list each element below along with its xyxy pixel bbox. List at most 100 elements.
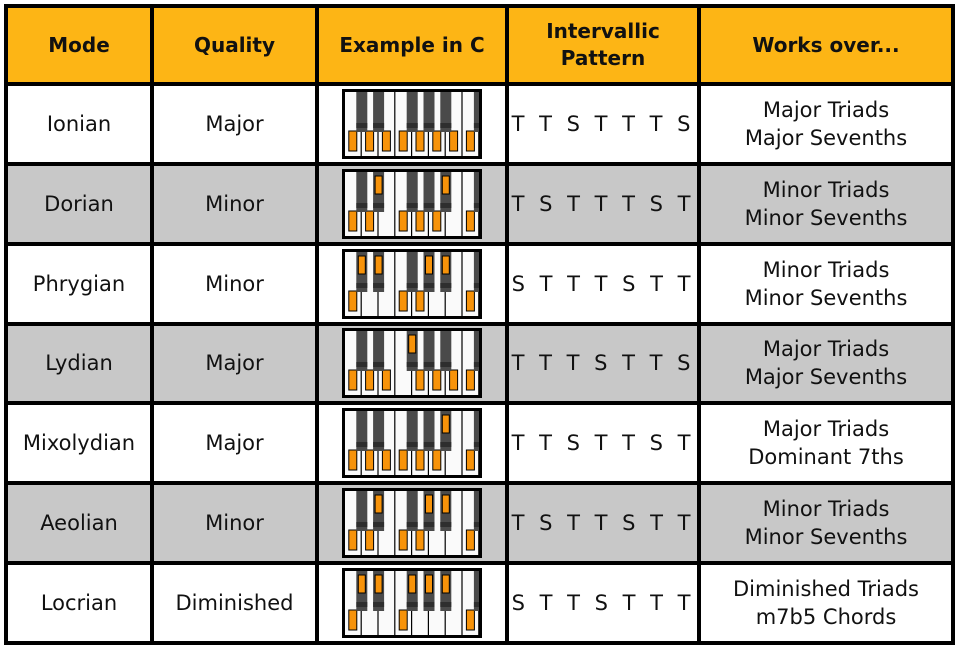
black-key-shade (473, 122, 479, 128)
black-key-shade (406, 122, 418, 128)
highlight-marker (374, 494, 383, 514)
highlight-marker (415, 449, 425, 471)
highlight-marker (465, 369, 475, 391)
highlight-marker (432, 130, 442, 152)
pattern-cell: T S T T T S T (505, 161, 701, 246)
highlight-marker (465, 449, 475, 471)
black-key-shade (440, 282, 452, 288)
header-quality: Quality (150, 4, 319, 86)
black-key-shade (373, 442, 385, 448)
piano-keyboard-icon (342, 488, 482, 559)
black-key-shade (356, 362, 368, 368)
black-key-shade (406, 442, 418, 448)
black-key-shade (473, 522, 479, 528)
black-key-shade (406, 522, 418, 528)
highlight-marker (365, 210, 375, 232)
black-key-shade (440, 522, 452, 528)
black-key-shade (423, 362, 435, 368)
mode-cell: Lydian (4, 321, 154, 406)
example-cell (315, 401, 509, 486)
works-over-cell: Minor Triads Minor Sevenths (697, 241, 955, 326)
black-key-shade (440, 122, 452, 128)
quality-cell: Major (150, 82, 319, 166)
black-key-shade (440, 362, 452, 368)
mode-cell: Ionian (4, 82, 154, 166)
mode-cell: Phrygian (4, 241, 154, 326)
highlight-marker (374, 255, 383, 275)
black-key-shade (473, 282, 479, 288)
highlight-marker (348, 210, 358, 232)
quality-cell: Major (150, 401, 319, 486)
black-key-shade (406, 602, 418, 608)
highlight-marker (398, 210, 408, 232)
highlight-marker (381, 130, 391, 152)
black-key-shade (473, 442, 479, 448)
highlight-marker (415, 369, 425, 391)
keyboard-frame-edge (479, 488, 482, 559)
works-over-cell: Diminished Triads m7b5 Chords (697, 561, 955, 645)
works-over-line: Minor Triads (762, 497, 890, 522)
highlight-marker (398, 290, 408, 312)
black-key-shade (356, 442, 368, 448)
highlight-marker (348, 130, 358, 152)
table-row: Ionian Major T T S T T T S Major Triads Majo… (4, 82, 955, 166)
black-key-shade (373, 602, 385, 608)
black-key-shade (406, 202, 418, 208)
keyboard-frame-edge (479, 408, 482, 479)
highlight-marker (425, 494, 433, 514)
highlight-marker (415, 290, 425, 312)
highlight-marker (408, 574, 417, 594)
pattern-cell: S T T S T T T (505, 561, 701, 645)
highlight-marker (348, 529, 358, 551)
black-key-shade (373, 362, 385, 368)
table-row: Dorian Minor T S T T T S T Minor Triads Mino… (4, 161, 955, 246)
works-over-cell: Minor Triads Minor Sevenths (697, 161, 955, 246)
quality-cell: Minor (150, 481, 319, 566)
highlight-marker (432, 210, 442, 232)
highlight-marker (348, 449, 358, 471)
black-key-shade (356, 122, 368, 128)
highlight-marker (374, 574, 383, 594)
example-cell (315, 241, 509, 326)
highlight-marker (441, 494, 450, 514)
highlight-marker (441, 175, 450, 195)
black-key-shade (356, 202, 368, 208)
works-over-line: Major Triads (762, 97, 890, 122)
highlight-marker (425, 255, 433, 275)
header-works-over: Works over... (697, 4, 955, 86)
table-row: Aeolian Minor T S T T S T T Minor Triads Min… (4, 481, 955, 566)
black-key-shade (473, 362, 479, 368)
header-mode: Mode (4, 4, 154, 86)
black-key-shade (373, 282, 385, 288)
works-over-cell: Major Triads Dominant 7ths (697, 401, 955, 486)
works-over-line: Minor Sevenths (744, 205, 908, 230)
header-row: Mode Quality Example in C Intervallic Pa… (4, 4, 955, 86)
quality-cell: Minor (150, 161, 319, 246)
highlight-marker (348, 290, 358, 312)
highlight-marker (374, 175, 383, 195)
keyboard-frame-edge (479, 328, 482, 399)
highlight-marker (357, 255, 366, 275)
highlight-marker (365, 449, 375, 471)
header-pattern: Intervallic Pattern (505, 4, 701, 86)
works-over-line: Major Triads (762, 337, 890, 362)
black-key-shade (423, 522, 435, 528)
highlight-marker (432, 369, 442, 391)
highlight-marker (415, 210, 425, 232)
works-over-line: m7b5 Chords (755, 605, 897, 630)
works-over-cell: Minor Triads Minor Sevenths (697, 481, 955, 566)
keyboard-frame-edge (479, 168, 482, 239)
piano-keyboard-icon (342, 408, 482, 479)
quality-cell: Major (150, 321, 319, 406)
highlight-marker (348, 609, 358, 631)
pattern-cell: T T S T T S T (505, 401, 701, 486)
works-over-line: Diminished Triads (733, 577, 919, 602)
pattern-cell: T T S T T T S (505, 82, 701, 166)
example-cell (315, 561, 509, 645)
highlight-marker (381, 369, 391, 391)
black-key-shade (423, 282, 435, 288)
black-key-shade (373, 202, 385, 208)
works-over-line: Major Sevenths (744, 125, 908, 150)
pattern-cell: S T T T S T T (505, 241, 701, 326)
highlight-marker (441, 255, 450, 275)
